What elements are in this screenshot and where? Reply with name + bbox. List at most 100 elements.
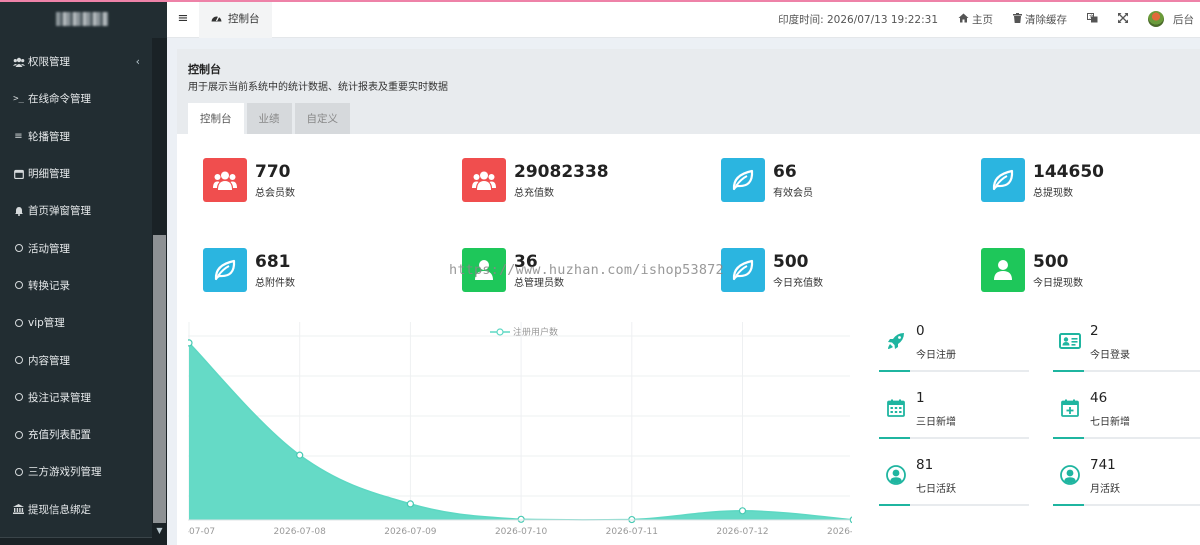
circle-icon xyxy=(11,430,26,439)
stat-card-today-withdraw: 500 今日提现数 xyxy=(981,248,1083,292)
sidebar-item-label: 活动管理 xyxy=(28,242,70,255)
scroll-down-arrow-icon[interactable]: ▼ xyxy=(152,523,167,537)
stat-value: 681 xyxy=(255,251,291,272)
data-point[interactable] xyxy=(185,339,193,347)
sidebar-horizontal-scrollbar[interactable] xyxy=(0,537,152,545)
language-button[interactable]: 文 xyxy=(1077,0,1108,38)
translate-icon: 文 xyxy=(1087,12,1098,26)
stat-card-today-recharge: 500 今日充值数 xyxy=(721,248,823,292)
clear-cache-label: 清除缓存 xyxy=(1025,13,1067,26)
stat-label: 今日提现数 xyxy=(1033,277,1083,289)
stat-card-total-attachments: 681 总附件数 xyxy=(203,248,295,292)
sidebar-item-online-command[interactable]: >_ 在线命令管理 xyxy=(0,80,152,117)
sidebar-item-bets[interactable]: 投注记录管理 xyxy=(0,379,152,416)
sidebar-item-content[interactable]: 内容管理 xyxy=(0,341,152,378)
sidebar-item-popup[interactable]: 首页弹窗管理 xyxy=(0,192,152,229)
mini-stat-value: 1 xyxy=(916,390,925,406)
server-time: 印度时间: 2026/07/13 19:22:31 xyxy=(768,0,948,38)
x-tick-label: 2026-07-10 xyxy=(495,527,548,537)
mini-stat-label: 七日新增 xyxy=(1090,417,1130,428)
sidebar-item-label: 三方游戏列管理 xyxy=(28,466,102,479)
mini-stat-label: 今日注册 xyxy=(916,350,956,361)
stat-value: 29082338 xyxy=(514,161,609,182)
admin-profile[interactable]: 后台 xyxy=(1138,0,1200,38)
mini-stat-today-login: 2 今日登录 xyxy=(1053,322,1200,372)
circle-icon xyxy=(11,318,26,327)
mini-stat-underline xyxy=(879,504,910,506)
clear-cache-button[interactable]: 清除缓存 xyxy=(1003,0,1077,38)
sidebar-item-label: 提现信息绑定 xyxy=(28,503,91,516)
sidebar-item-label: vip管理 xyxy=(28,317,65,330)
mini-stat-underline xyxy=(1053,504,1084,506)
mini-stat-value: 81 xyxy=(916,457,934,473)
data-point[interactable] xyxy=(738,507,747,515)
circle-icon xyxy=(11,467,26,476)
chart-svg: 2026-07-07 2026-07-08 2026-07-09 2026-07-10… xyxy=(163,322,879,537)
mini-stat-label: 七日活跃 xyxy=(916,484,956,495)
data-point[interactable] xyxy=(517,515,525,523)
stat-value: 500 xyxy=(1033,251,1069,272)
register-users-chart: 2026-07-07 2026-07-08 2026-07-09 2026-07-10… xyxy=(163,322,879,545)
sidebar-item-conversion[interactable]: 转换记录 xyxy=(0,267,152,304)
tab-custom[interactable]: 自定义 xyxy=(294,103,350,134)
sidebar-item-details[interactable]: 明细管理 xyxy=(0,155,152,192)
users-icon xyxy=(11,57,26,67)
x-tick-label: 2026-07-13 xyxy=(827,527,852,537)
fullscreen-button[interactable] xyxy=(1108,0,1138,38)
stat-label: 有效会员 xyxy=(773,187,813,199)
dashboard-icon xyxy=(211,13,222,25)
mini-stat-underline xyxy=(879,437,910,439)
sidebar-item-permissions[interactable]: 权限管理 ‹ xyxy=(0,43,152,80)
stat-value: 144650 xyxy=(1033,161,1104,182)
user-icon xyxy=(981,248,1025,292)
page-title: 控制台 xyxy=(188,63,221,76)
circle-icon xyxy=(11,393,26,402)
mini-stat-underline xyxy=(1053,437,1084,439)
stat-label: 总附件数 xyxy=(255,277,295,289)
sidebar-item-recharge-config[interactable]: 充值列表配置 xyxy=(0,416,152,453)
top-header: ≡ 控制台 印度时间: 2026/07/13 19:22:31 主页 清除缓存 … xyxy=(167,0,1200,38)
tab-performance[interactable]: 业绩 xyxy=(246,103,292,134)
sidebar-item-withdraw-binding[interactable]: 提现信息绑定 xyxy=(0,491,152,528)
menu-toggle-button[interactable]: ≡ xyxy=(167,0,199,38)
sidebar-item-activity[interactable]: 活动管理 xyxy=(0,229,152,266)
watermark-text: https://www.huzhan.com/ishop53872 xyxy=(449,262,724,278)
tab-dashboard[interactable]: 控制台 xyxy=(199,0,272,38)
sidebar: 权限管理 ‹ >_ 在线命令管理 ≡ 轮播管理 明细管理 首页弹窗管理 活动管理 xyxy=(0,0,167,545)
admin-label: 后台 xyxy=(1173,13,1194,26)
data-point[interactable] xyxy=(296,451,304,459)
home-label: 主页 xyxy=(972,13,993,26)
rocket-icon xyxy=(885,330,907,352)
sidebar-item-label: 内容管理 xyxy=(28,354,70,367)
leaf-icon xyxy=(721,248,765,292)
sidebar-item-vip[interactable]: vip管理 xyxy=(0,304,152,341)
home-link[interactable]: 主页 xyxy=(948,0,1003,38)
mini-stat-value: 46 xyxy=(1090,390,1108,406)
page-description: 用于展示当前系统中的统计数据、统计报表及重要实时数据 xyxy=(188,82,448,93)
data-point[interactable] xyxy=(406,500,414,508)
stat-card-valid-members: 66 有效会员 xyxy=(721,158,813,202)
mini-stat-value: 741 xyxy=(1090,457,1116,473)
users-icon xyxy=(203,158,247,202)
mini-stat-value: 2 xyxy=(1090,323,1099,339)
sidebar-item-carousel[interactable]: ≡ 轮播管理 xyxy=(0,118,152,155)
svg-text:文: 文 xyxy=(1089,13,1094,20)
hamburger-icon: ≡ xyxy=(177,11,189,26)
sidebar-item-label: 转换记录 xyxy=(28,279,70,292)
calendar-plus-icon xyxy=(1059,397,1081,419)
logo[interactable] xyxy=(0,0,167,38)
terminal-icon: >_ xyxy=(13,93,24,104)
x-tick-label: 2026-07-07 xyxy=(188,527,215,537)
sidebar-item-label: 在线命令管理 xyxy=(28,93,91,106)
sidebar-item-label: 轮播管理 xyxy=(28,130,70,143)
mini-stat-label: 月活跃 xyxy=(1090,484,1120,495)
data-point[interactable] xyxy=(849,516,857,524)
bank-icon xyxy=(11,504,26,515)
sidebar-scrollbar-thumb[interactable] xyxy=(153,235,166,523)
circle-icon xyxy=(11,281,26,290)
sidebar-item-third-party-games[interactable]: 三方游戏列管理 xyxy=(0,453,152,490)
stat-card-total-members: 770 总会员数 xyxy=(203,158,295,202)
leaf-icon xyxy=(721,158,765,202)
leaf-icon xyxy=(203,248,247,292)
tab-console[interactable]: 控制台 xyxy=(188,103,244,134)
